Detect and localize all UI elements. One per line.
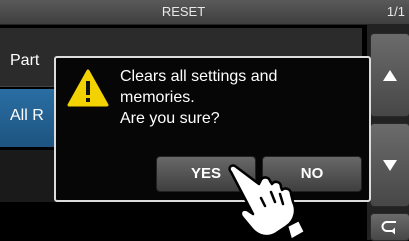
menu-item-label: Part	[10, 52, 40, 69]
back-button[interactable]	[370, 213, 409, 241]
dialog-message: Clears all settings and memories. Are yo…	[120, 66, 360, 129]
confirm-dialog: Clears all settings and memories. Are yo…	[54, 56, 371, 202]
page-indicator: 1/1	[386, 4, 405, 19]
scroll-down-button[interactable]	[370, 123, 409, 207]
back-icon	[381, 221, 396, 235]
scroll-up-button[interactable]	[370, 33, 409, 117]
message-line: Clears all settings and	[120, 68, 278, 85]
scroll-sidebar	[367, 25, 409, 241]
title-bar: RESET 1/1	[0, 0, 409, 25]
warning-icon	[67, 69, 109, 107]
message-line: memories.	[120, 89, 195, 106]
pointing-hand-icon	[228, 164, 307, 240]
arrow-up-icon	[383, 69, 397, 81]
message-line: Are you sure?	[120, 110, 220, 127]
screen-title: RESET	[161, 4, 206, 19]
menu-item-label: All R	[10, 107, 44, 124]
arrow-down-icon	[383, 159, 397, 171]
